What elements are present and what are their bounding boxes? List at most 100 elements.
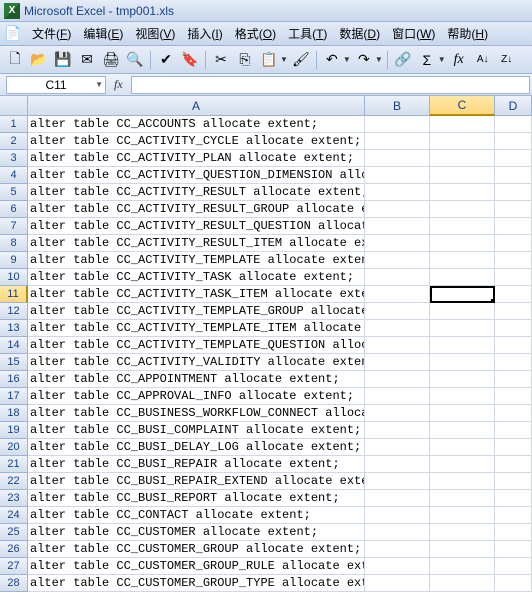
hyperlink-button[interactable]: 🔗 (392, 49, 414, 71)
cell-A1[interactable]: alter table CC_ACCOUNTS allocate extent; (28, 116, 365, 133)
cell-D25[interactable] (495, 524, 532, 541)
cell-B11[interactable] (365, 286, 430, 303)
copy-button[interactable]: ⎘ (234, 49, 256, 71)
cell-B28[interactable] (365, 575, 430, 592)
row-header[interactable]: 5 (0, 184, 28, 201)
cell-C20[interactable] (430, 439, 495, 456)
cell-B20[interactable] (365, 439, 430, 456)
row-header[interactable]: 13 (0, 320, 28, 337)
cell-C12[interactable] (430, 303, 495, 320)
cell-C17[interactable] (430, 388, 495, 405)
cell-B9[interactable] (365, 252, 430, 269)
cell-C19[interactable] (430, 422, 495, 439)
cell-D5[interactable] (495, 184, 532, 201)
row-header[interactable]: 27 (0, 558, 28, 575)
cell-C5[interactable] (430, 184, 495, 201)
sort-desc-button[interactable]: Z↓ (496, 49, 518, 71)
cell-C27[interactable] (430, 558, 495, 575)
row-header[interactable]: 4 (0, 167, 28, 184)
cell-D7[interactable] (495, 218, 532, 235)
cell-A27[interactable]: alter table CC_CUSTOMER_GROUP_RULE alloc… (28, 558, 365, 575)
cell-A15[interactable]: alter table CC_ACTIVITY_VALIDITY allocat… (28, 354, 365, 371)
formula-bar[interactable] (131, 76, 530, 94)
cell-B19[interactable] (365, 422, 430, 439)
row-header[interactable]: 9 (0, 252, 28, 269)
paste-button[interactable]: 📋 (258, 49, 280, 71)
cell-B12[interactable] (365, 303, 430, 320)
cell-C14[interactable] (430, 337, 495, 354)
row-header[interactable]: 8 (0, 235, 28, 252)
name-box-dropdown-icon[interactable]: ▼ (95, 80, 103, 89)
cell-B4[interactable] (365, 167, 430, 184)
row-header[interactable]: 20 (0, 439, 28, 456)
cell-A18[interactable]: alter table CC_BUSINESS_WORKFLOW_CONNECT… (28, 405, 365, 422)
cell-D27[interactable] (495, 558, 532, 575)
cell-D20[interactable] (495, 439, 532, 456)
row-header[interactable]: 19 (0, 422, 28, 439)
open-button[interactable]: 📂 (28, 49, 50, 71)
cell-D3[interactable] (495, 150, 532, 167)
cell-C23[interactable] (430, 490, 495, 507)
insert-function-button[interactable]: fx (448, 49, 470, 71)
cell-D22[interactable] (495, 473, 532, 490)
cell-A22[interactable]: alter table CC_BUSI_REPAIR_EXTEND alloca… (28, 473, 365, 490)
cell-A21[interactable]: alter table CC_BUSI_REPAIR allocate exte… (28, 456, 365, 473)
research-button[interactable]: 🔖 (179, 49, 201, 71)
sort-asc-button[interactable]: A↓ (472, 49, 494, 71)
cell-B3[interactable] (365, 150, 430, 167)
cell-A10[interactable]: alter table CC_ACTIVITY_TASK allocate ex… (28, 269, 365, 286)
redo-dropdown-icon[interactable]: ▼ (375, 55, 383, 64)
cell-A23[interactable]: alter table CC_BUSI_REPORT allocate exte… (28, 490, 365, 507)
autosum-button[interactable]: Σ (416, 49, 438, 71)
cell-D1[interactable] (495, 116, 532, 133)
row-header[interactable]: 25 (0, 524, 28, 541)
paste-dropdown-icon[interactable]: ▼ (280, 55, 288, 64)
row-header[interactable]: 11 (0, 286, 28, 303)
menu-edit[interactable]: 编辑(E) (77, 23, 129, 44)
row-header[interactable]: 28 (0, 575, 28, 592)
row-header[interactable]: 1 (0, 116, 28, 133)
cell-A8[interactable]: alter table CC_ACTIVITY_RESULT_ITEM allo… (28, 235, 365, 252)
cell-D13[interactable] (495, 320, 532, 337)
format-painter-button[interactable]: 🖌 (290, 49, 312, 71)
cell-C28[interactable] (430, 575, 495, 592)
row-header[interactable]: 22 (0, 473, 28, 490)
cell-D23[interactable] (495, 490, 532, 507)
cell-B27[interactable] (365, 558, 430, 575)
cell-A2[interactable]: alter table CC_ACTIVITY_CYCLE allocate e… (28, 133, 365, 150)
cell-B16[interactable] (365, 371, 430, 388)
cell-D18[interactable] (495, 405, 532, 422)
cell-B6[interactable] (365, 201, 430, 218)
cell-B26[interactable] (365, 541, 430, 558)
name-box[interactable]: C11 ▼ (6, 76, 106, 94)
row-header[interactable]: 16 (0, 371, 28, 388)
cell-C3[interactable] (430, 150, 495, 167)
row-header[interactable]: 23 (0, 490, 28, 507)
cell-C10[interactable] (430, 269, 495, 286)
row-header[interactable]: 6 (0, 201, 28, 218)
menu-tools[interactable]: 工具(T) (282, 23, 333, 44)
cell-D17[interactable] (495, 388, 532, 405)
cell-A16[interactable]: alter table CC_APPOINTMENT allocate exte… (28, 371, 365, 388)
cell-D21[interactable] (495, 456, 532, 473)
row-header[interactable]: 2 (0, 133, 28, 150)
cell-D12[interactable] (495, 303, 532, 320)
cell-C7[interactable] (430, 218, 495, 235)
column-header-A[interactable]: A (28, 96, 365, 116)
cell-C26[interactable] (430, 541, 495, 558)
cell-A24[interactable]: alter table CC_CONTACT allocate extent; (28, 507, 365, 524)
menu-view[interactable]: 视图(V) (129, 23, 181, 44)
cell-B14[interactable] (365, 337, 430, 354)
cell-D8[interactable] (495, 235, 532, 252)
cell-A11[interactable]: alter table CC_ACTIVITY_TASK_ITEM alloca… (28, 286, 365, 303)
cell-A4[interactable]: alter table CC_ACTIVITY_QUESTION_DIMENSI… (28, 167, 365, 184)
cell-C13[interactable] (430, 320, 495, 337)
cell-A26[interactable]: alter table CC_CUSTOMER_GROUP allocate e… (28, 541, 365, 558)
document-icon[interactable]: 📄 (4, 25, 22, 43)
menu-insert[interactable]: 插入(I) (181, 23, 228, 44)
mail-button[interactable]: ✉ (76, 49, 98, 71)
cell-D6[interactable] (495, 201, 532, 218)
row-header[interactable]: 7 (0, 218, 28, 235)
cell-B15[interactable] (365, 354, 430, 371)
cell-A3[interactable]: alter table CC_ACTIVITY_PLAN allocate ex… (28, 150, 365, 167)
